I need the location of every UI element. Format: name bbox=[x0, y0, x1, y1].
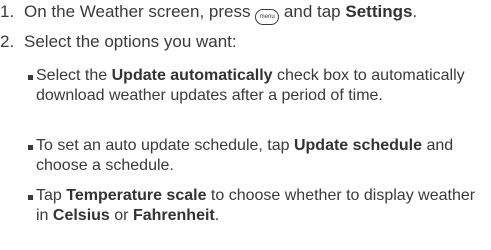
bullet-text-part: or bbox=[109, 207, 133, 224]
bullet-square-icon bbox=[28, 75, 33, 80]
step-text: . bbox=[412, 2, 418, 21]
step-number: 1. bbox=[0, 2, 15, 21]
bullet-text: To set an auto update schedule, tap Upda… bbox=[36, 136, 488, 176]
menu-key-icon: menu bbox=[255, 9, 280, 25]
bold-term: Celsius bbox=[52, 207, 110, 224]
bold-term: Update schedule bbox=[293, 137, 422, 154]
bullet-item-temperature-scale: Tap Temperature scale to choose whether … bbox=[23, 186, 489, 228]
step-number: 2. bbox=[0, 32, 15, 51]
bullet-text-part: . bbox=[214, 207, 220, 224]
bullet-text-part: Select the bbox=[36, 67, 112, 84]
instructions-document: 1. On the Weather screen, press menu and … bbox=[0, 0, 491, 250]
bullet-item-update-automatically: Select the Update automatically check bo… bbox=[23, 66, 489, 128]
step-text: Select the options you want: bbox=[24, 32, 237, 51]
bold-term: Fahrenheit bbox=[132, 207, 215, 224]
bullet-item-update-schedule: To set an auto update schedule, tap Upda… bbox=[23, 136, 489, 178]
step-text: and tap bbox=[279, 2, 346, 21]
step-2: 2. Select the options you want: bbox=[0, 31, 237, 53]
bullet-square-icon bbox=[28, 195, 33, 200]
bullet-text: Tap Temperature scale to choose whether … bbox=[36, 186, 488, 226]
bullet-text: Select the Update automatically check bo… bbox=[36, 66, 488, 106]
step-1: 1. On the Weather screen, press menu and … bbox=[0, 1, 418, 25]
bold-term: Update automatically bbox=[111, 67, 273, 84]
bullet-text-part: To set an auto update schedule, tap bbox=[36, 137, 294, 154]
bold-term: Temperature scale bbox=[66, 187, 207, 204]
bullet-text-part: Tap bbox=[36, 187, 67, 204]
settings-label: Settings bbox=[345, 2, 413, 21]
bullet-square-icon bbox=[28, 145, 33, 150]
step-text: On the Weather screen, press bbox=[24, 2, 256, 21]
